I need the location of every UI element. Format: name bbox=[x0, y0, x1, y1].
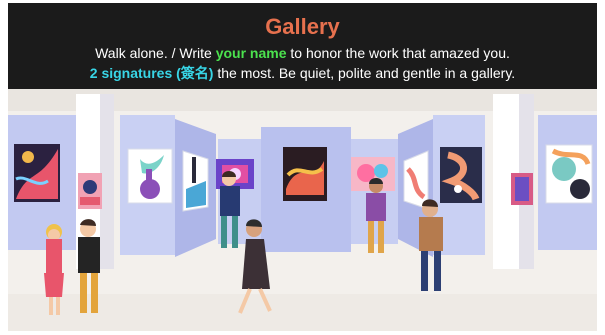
instruction-2-highlight: 2 signatures (簽名) bbox=[89, 65, 214, 81]
artwork-10 bbox=[511, 173, 533, 205]
art-gallery-illustration bbox=[8, 89, 597, 331]
page-title: Gallery bbox=[265, 14, 340, 39]
artwork-2 bbox=[78, 173, 102, 209]
header-banner: Gallery Walk alone. / Write your name to… bbox=[8, 3, 597, 89]
slide: Gallery Walk alone. / Write your name to… bbox=[0, 0, 605, 335]
artwork-1 bbox=[14, 144, 60, 202]
instruction-1-highlight: your name bbox=[215, 45, 287, 61]
instruction-1-text-a: Walk alone. / Write bbox=[95, 45, 216, 61]
artwork-9 bbox=[440, 147, 482, 203]
artwork-8 bbox=[403, 150, 429, 210]
instruction-1-text-b: to honor the work that amazed you. bbox=[286, 45, 510, 61]
artwork-3 bbox=[127, 148, 173, 204]
artwork-6 bbox=[283, 147, 327, 201]
instruction-line-2: 2 signatures (簽名) the most. Be quiet, po… bbox=[8, 65, 597, 82]
instruction-2-text: the most. Be quiet, polite and gentle in… bbox=[213, 65, 516, 81]
artwork-4 bbox=[182, 150, 209, 212]
instruction-line-1: Walk alone. / Write your name to honor t… bbox=[8, 45, 597, 62]
artwork-11 bbox=[545, 144, 593, 204]
